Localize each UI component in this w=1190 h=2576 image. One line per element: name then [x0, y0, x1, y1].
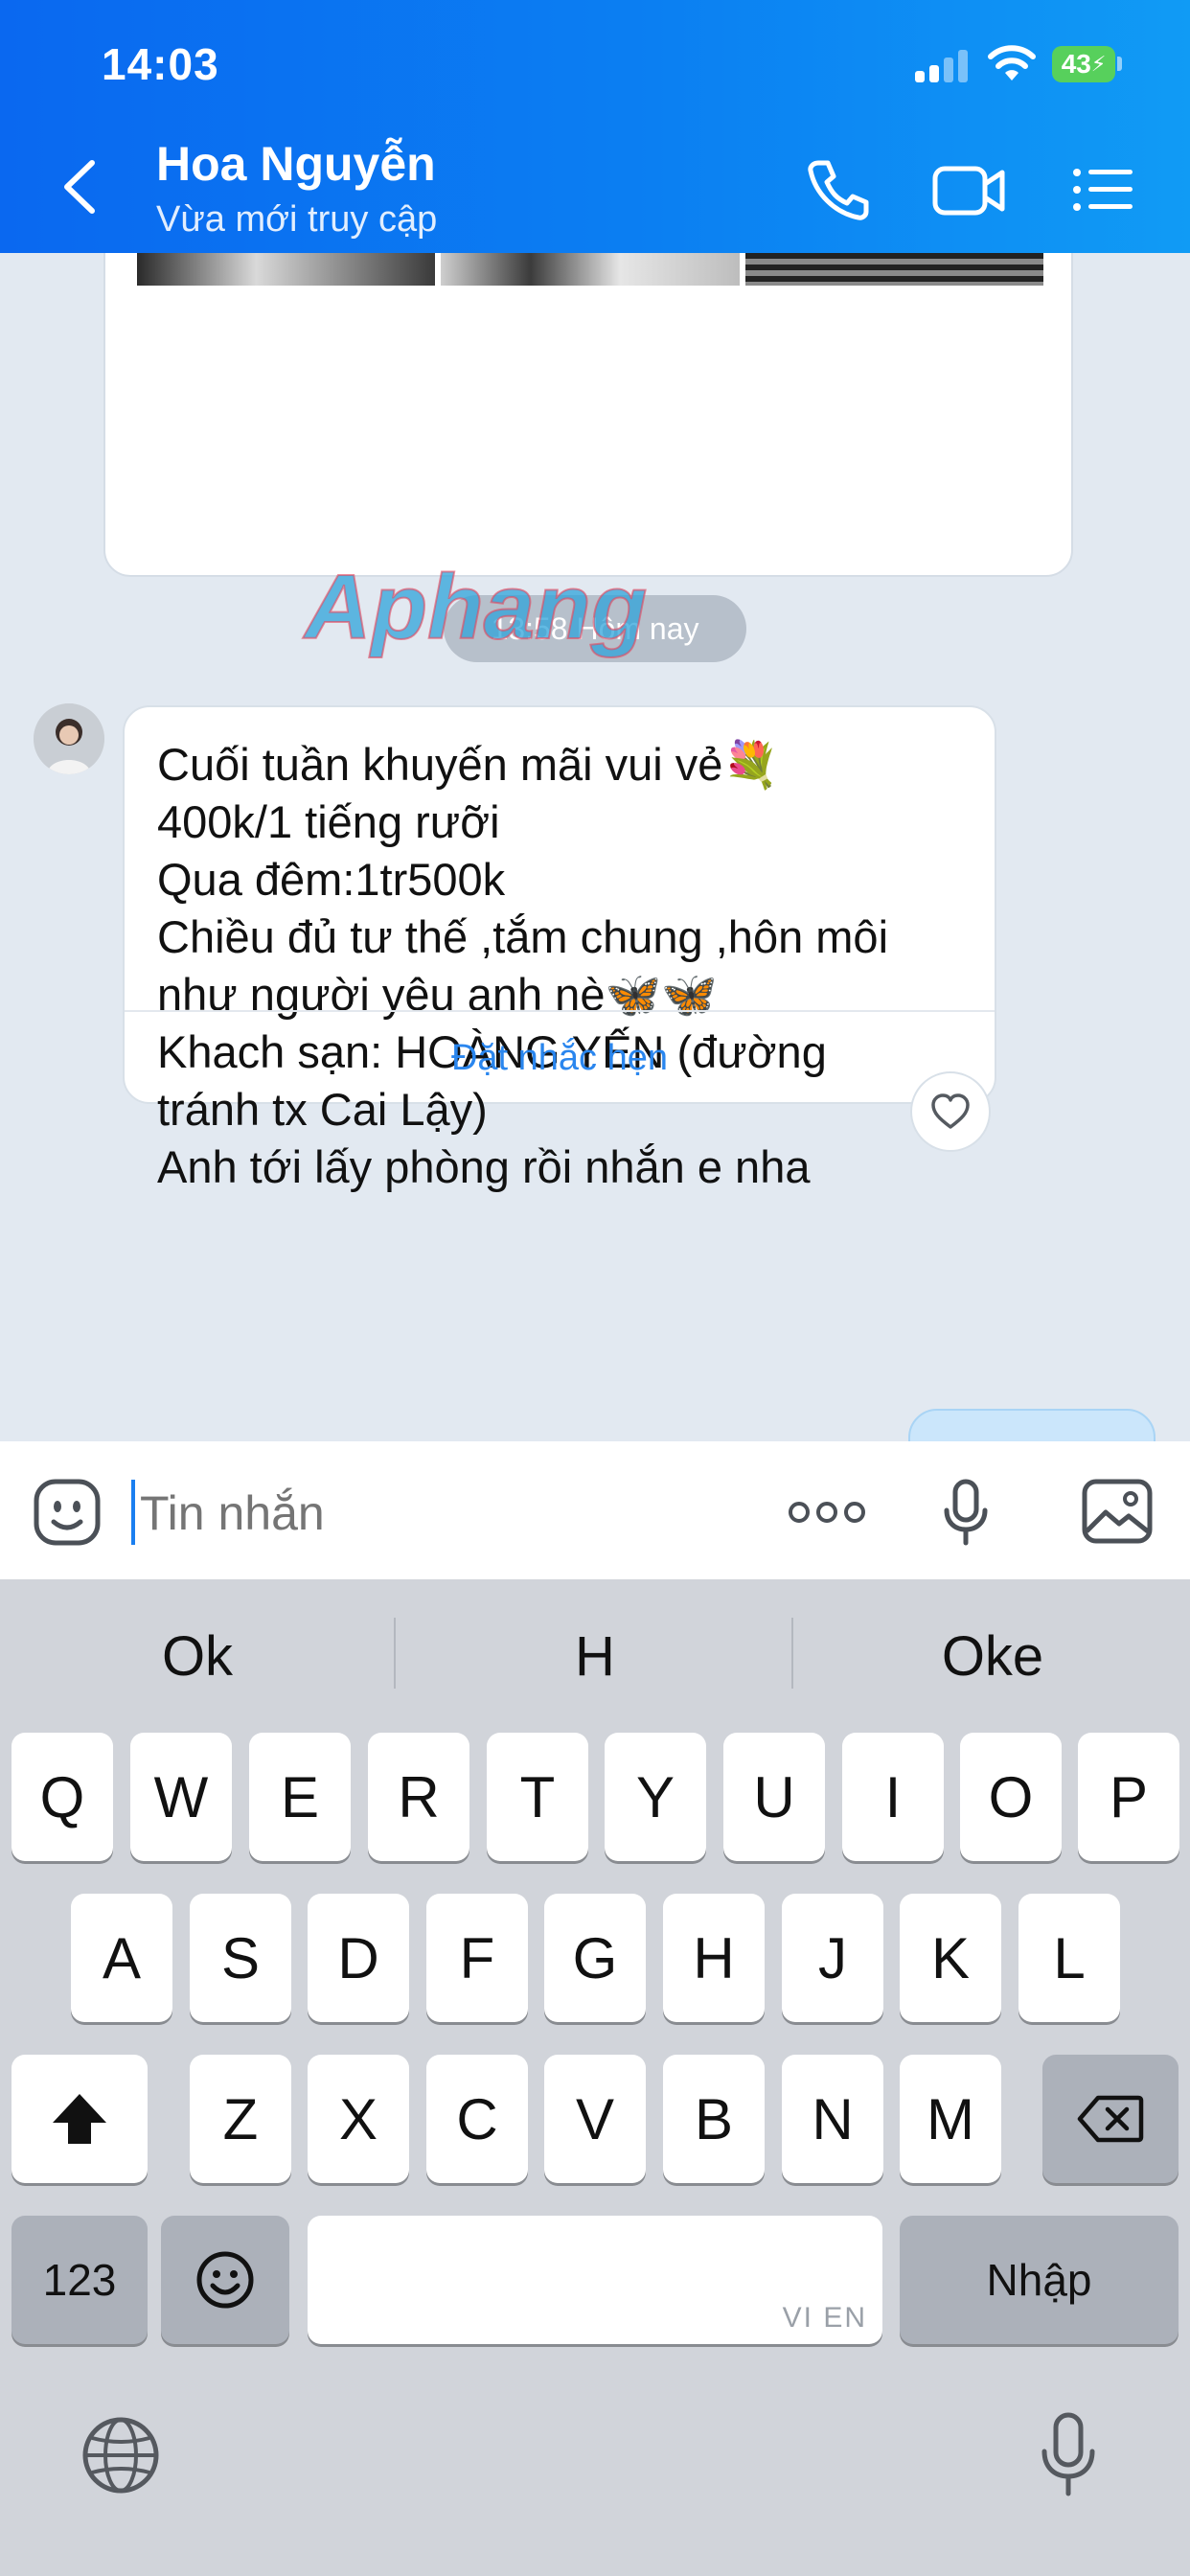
set-reminder-link[interactable]: Đặt nhắc hẹn	[125, 1012, 995, 1104]
message-line: Anh tới lấy phòng rồi nhắn e nha	[157, 1141, 811, 1192]
key-l[interactable]: L	[1018, 1894, 1120, 2022]
key-x[interactable]: X	[308, 2055, 409, 2183]
message-input[interactable]	[130, 1480, 705, 1547]
time-separator: 13:58 Hôm nay	[444, 595, 746, 662]
key-t[interactable]: T	[487, 1733, 588, 1861]
backspace-key[interactable]	[1042, 2055, 1179, 2183]
key-p[interactable]: P	[1078, 1733, 1179, 1861]
chat-messages[interactable]: 13:58 Hôm nay Cuối tuần khuyến mãi vui v…	[0, 253, 1190, 1441]
photo-strip	[137, 253, 1043, 286]
wifi-icon	[988, 45, 1036, 80]
key-m[interactable]: M	[900, 2055, 1001, 2183]
shift-icon	[53, 2094, 106, 2144]
received-message-bubble[interactable]: Cuối tuần khuyến mãi vui vẻ💐 400k/1 tiến…	[123, 705, 996, 1192]
back-icon[interactable]	[54, 153, 111, 220]
message-line: 400k/1 tiếng rưỡi	[157, 796, 500, 847]
suggestion-3[interactable]: Oke	[795, 1618, 1190, 1694]
emoji-icon	[196, 2251, 254, 2309]
microphone-icon[interactable]	[941, 1478, 991, 1547]
photo-thumbnail[interactable]	[137, 253, 436, 286]
language-hint: VI EN	[782, 2302, 867, 2334]
message-line: Qua đêm:1tr500k	[157, 854, 506, 905]
video-icon[interactable]	[931, 155, 1008, 224]
emoji-key[interactable]	[161, 2216, 289, 2344]
contact-name[interactable]: Hoa Nguyễn	[156, 136, 436, 192]
key-r[interactable]: R	[368, 1733, 469, 1861]
key-k[interactable]: K	[900, 1894, 1001, 2022]
status-time: 14:03	[102, 39, 219, 89]
key-z[interactable]: Z	[190, 2055, 291, 2183]
photo-thumbnail[interactable]	[744, 253, 1043, 286]
sent-message-bubble[interactable]	[908, 1409, 1156, 1441]
key-o[interactable]: O	[960, 1733, 1062, 1861]
previous-photo-message[interactable]	[103, 253, 1073, 577]
message-line: Chiều đủ tư thế ,tắm chung ,hôn môi	[157, 911, 889, 962]
photo-thumbnail[interactable]	[441, 253, 740, 286]
key-c[interactable]: C	[426, 2055, 528, 2183]
image-icon[interactable]	[1081, 1478, 1154, 1545]
shift-key[interactable]	[11, 2055, 148, 2183]
suggestion-2[interactable]: H	[398, 1618, 792, 1694]
key-y[interactable]: Y	[605, 1733, 706, 1861]
battery-indicator: 43 ⚡	[1052, 46, 1115, 82]
suggestion-divider	[394, 1618, 396, 1689]
space-key[interactable]: VI EN	[308, 2216, 882, 2344]
chat-header: 14:03 43 ⚡ Hoa Nguyễn Vừa mới truy cập	[0, 0, 1190, 253]
react-button[interactable]	[910, 1071, 991, 1152]
key-f[interactable]: F	[426, 1894, 528, 2022]
key-h[interactable]: H	[663, 1894, 765, 2022]
battery-tip	[1117, 57, 1122, 71]
more-icon[interactable]	[788, 1495, 866, 1530]
key-u[interactable]: U	[723, 1733, 825, 1861]
suggestion-divider	[791, 1618, 793, 1689]
phone-icon[interactable]	[803, 155, 872, 224]
message-composer	[0, 1441, 1190, 1579]
key-s[interactable]: S	[190, 1894, 291, 2022]
suggestion-1[interactable]: Ok	[0, 1618, 395, 1694]
key-e[interactable]: E	[249, 1733, 351, 1861]
key-a[interactable]: A	[71, 1894, 172, 2022]
menu-list-icon[interactable]	[1071, 155, 1136, 224]
key-j[interactable]: J	[782, 1894, 883, 2022]
return-key[interactable]: Nhập	[900, 2216, 1179, 2344]
cellular-signal-icon	[915, 48, 969, 82]
key-v[interactable]: V	[544, 2055, 646, 2183]
backspace-icon	[1077, 2095, 1144, 2143]
heart-icon	[931, 1093, 970, 1129]
globe-icon[interactable]	[80, 2415, 161, 2496]
key-g[interactable]: G	[544, 1894, 646, 2022]
numbers-key[interactable]: 123	[11, 2216, 148, 2344]
contact-status: Vừa mới truy cập	[156, 199, 438, 240]
avatar-image	[34, 703, 104, 774]
key-b[interactable]: B	[663, 2055, 765, 2183]
key-q[interactable]: Q	[11, 1733, 113, 1861]
key-w[interactable]: W	[130, 1733, 232, 1861]
key-d[interactable]: D	[308, 1894, 409, 2022]
battery-level: 43	[1061, 49, 1091, 79]
message-text: Cuối tuần khuyến mãi vui vẻ💐 400k/1 tiến…	[157, 736, 981, 1196]
message-line: Cuối tuần khuyến mãi vui vẻ💐	[157, 739, 779, 790]
text-caret	[131, 1480, 135, 1545]
key-n[interactable]: N	[782, 2055, 883, 2183]
sticker-icon[interactable]	[33, 1478, 102, 1547]
key-i[interactable]: I	[842, 1733, 944, 1861]
dictation-icon[interactable]	[1039, 2411, 1098, 2499]
avatar[interactable]	[34, 703, 104, 774]
virtual-keyboard: Ok H Oke Q W E R T Y U I O P A S D F G H…	[0, 1579, 1190, 2576]
